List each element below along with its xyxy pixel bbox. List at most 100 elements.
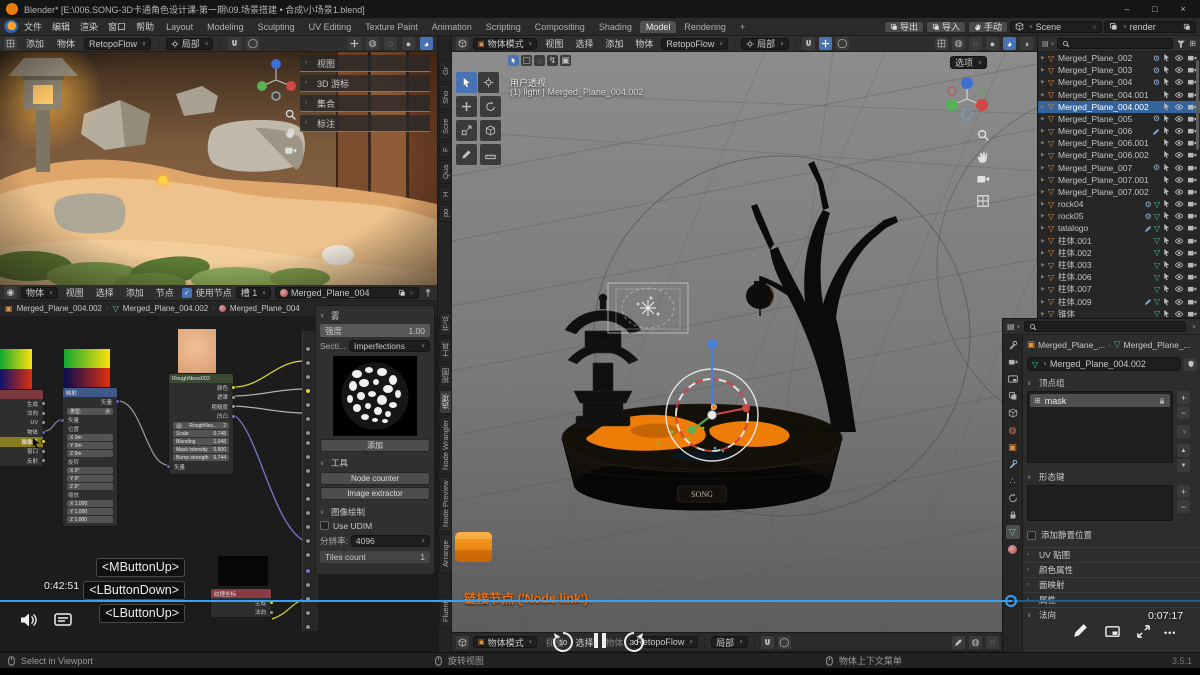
sidebar-section-title[interactable]: 雾 [331, 310, 340, 322]
show-overlays-icon[interactable]: ◍ [366, 37, 379, 50]
eye-icon[interactable] [1174, 163, 1184, 173]
shader-select-menu[interactable]: 选择 [92, 286, 118, 299]
pivot-selector[interactable]: 局部∨ [741, 38, 789, 50]
lock-icon[interactable] [1158, 397, 1166, 405]
camera-render-icon[interactable] [1187, 284, 1197, 294]
sk-remove-button[interactable]: − [1177, 500, 1190, 513]
tab-gr[interactable]: Gr [439, 60, 452, 82]
viewport-select-menu[interactable]: 选择 [571, 37, 597, 50]
viewport-object-menu[interactable]: 物体 [631, 37, 657, 50]
outliner-row[interactable]: ▶▽Merged_Plane_007.001 [1038, 174, 1200, 186]
volume-speaker-icon[interactable] [20, 612, 38, 628]
tab-physics-icon[interactable] [1006, 491, 1020, 505]
more-options-icon[interactable]: ••• [1164, 628, 1176, 638]
eye-icon[interactable] [1174, 102, 1184, 112]
selectable-icon[interactable] [1162, 272, 1171, 281]
sidebar-section-collections[interactable]: ›集合 [300, 95, 430, 112]
show-overlays-icon[interactable]: ◍ [969, 636, 982, 649]
group-node-header[interactable]: RoughNess002 [169, 374, 233, 383]
options-button[interactable]: 选项∨ [950, 56, 987, 69]
select-menu-icon[interactable]: ▣ [560, 55, 571, 66]
eye-icon[interactable] [1174, 223, 1184, 233]
pause-button[interactable] [594, 633, 606, 648]
snap-magnet-icon[interactable] [228, 37, 241, 50]
export-button[interactable]: 导出 [884, 21, 924, 33]
tab-view-layer-icon[interactable] [1006, 389, 1020, 403]
workspace-tab-rendering[interactable]: Rendering [678, 21, 732, 33]
workspace-tab-sculpting[interactable]: Sculpting [252, 21, 301, 33]
tweak-select-icon[interactable] [508, 55, 519, 66]
vg-move-down-button[interactable]: ▼ [1177, 459, 1190, 472]
outliner-row[interactable]: ▶▽Merged_Plane_003⚙ [1038, 64, 1200, 76]
rest-position-checkbox[interactable] [1027, 531, 1036, 540]
tab-node[interactable]: 节点 [439, 312, 452, 336]
editor-type-icon[interactable] [456, 636, 469, 649]
mode-selector[interactable]: ▣物体模式∨ [473, 636, 537, 648]
add-button[interactable]: 添加 [320, 439, 430, 452]
viewport-ortho-toggle-icon[interactable] [976, 194, 990, 208]
eye-icon[interactable] [1174, 272, 1184, 282]
minimize-button[interactable]: – [1116, 4, 1138, 14]
preview-nav-gizmo[interactable] [254, 56, 298, 102]
imperfection-sphere-preview[interactable] [333, 356, 417, 436]
menu-edit[interactable]: 编辑 [48, 20, 74, 33]
tab-f[interactable]: F [439, 142, 452, 158]
eye-icon[interactable] [1174, 77, 1184, 87]
outliner-row[interactable]: ▶▽柱体.009▽ [1038, 295, 1200, 307]
sidebar-section-3d-cursor[interactable]: ›3D 游标 [300, 75, 430, 92]
mapping-node[interactable]: 映射 矢量 类型:点 矢量 位置 X 0m Y 0m Z 0m 旋转 X 0° … [62, 387, 118, 527]
image-extractor-button[interactable]: Image extractor [320, 487, 430, 500]
outliner-row[interactable]: ▶▽Merged_Plane_006.002 [1038, 149, 1200, 161]
preview-object-menu[interactable]: 物体 [53, 37, 79, 50]
outliner-row[interactable]: ▶▽柱体.006▽ [1038, 271, 1200, 283]
selectable-icon[interactable] [1162, 150, 1171, 159]
workspace-tab-modeling[interactable]: Modeling [201, 21, 250, 33]
camera-render-icon[interactable] [1187, 272, 1197, 282]
tool-rotate-button[interactable] [480, 96, 501, 117]
tab-render-icon[interactable] [1006, 355, 1020, 369]
tab-material-icon[interactable] [1006, 542, 1020, 556]
eye-icon[interactable] [1174, 126, 1184, 136]
shading-rendered-icon[interactable]: ◕ [420, 37, 433, 50]
breadcrumb-object[interactable]: Merged_Plane_004.002 [17, 304, 102, 313]
menu-render[interactable]: 渲染 [76, 20, 102, 33]
vertex-group-item[interactable]: ⊞ mask [1030, 394, 1170, 407]
shader-node-menu[interactable]: 节点 [152, 286, 178, 299]
outliner-row[interactable]: ▶▽Merged_Plane_006 [1038, 125, 1200, 137]
tool-select-button[interactable] [456, 72, 477, 93]
workspace-tab-uv-editing[interactable]: UV Editing [303, 21, 358, 33]
outliner-row[interactable]: ▶▽Merged_Plane_002⚙ [1038, 52, 1200, 64]
selectable-icon[interactable] [1162, 163, 1171, 172]
tool-annotate-button[interactable] [456, 144, 477, 165]
outliner-row[interactable]: ▶▽柱体.002▽ [1038, 247, 1200, 259]
vg-move-up-button[interactable]: ▲ [1177, 444, 1190, 457]
outliner-row[interactable]: ▶▽Merged_Plane_006.001 [1038, 137, 1200, 149]
selectable-icon[interactable] [1162, 53, 1171, 62]
editor-type-icon[interactable] [4, 37, 17, 50]
viewport-zoom-icon[interactable] [976, 128, 990, 142]
selectable-icon[interactable] [1162, 114, 1171, 123]
outliner-row[interactable]: ▶▽rock04⚙▽ [1038, 198, 1200, 210]
selectable-icon[interactable] [1162, 211, 1171, 220]
material-selector[interactable]: Merged_Plane_004× [275, 287, 419, 299]
camera-render-icon[interactable] [1187, 150, 1197, 160]
mapping-node-header[interactable]: 映射 [63, 388, 117, 397]
editor-type-icon[interactable]: ◉ [4, 286, 17, 299]
selectable-icon[interactable] [1162, 248, 1171, 257]
selectable-icon[interactable] [1162, 297, 1171, 306]
outliner-row-selected[interactable]: ▶▽Merged_Plane_004.002 [1038, 101, 1200, 113]
tool-transform-button[interactable] [480, 120, 501, 141]
use-nodes-checkbox[interactable]: ✓ [182, 288, 192, 298]
selectable-icon[interactable] [1162, 65, 1171, 74]
workspace-tab-model[interactable]: Model [640, 21, 677, 33]
properties-editor-icon[interactable]: ▤∨ [1007, 322, 1020, 331]
render-preview-viewport[interactable]: ›视图 ›3D 游标 ›集合 ›标注 [0, 52, 437, 285]
shader-type-selector[interactable]: 物体∨ [21, 287, 58, 299]
vertex-groups-section[interactable]: 顶点组 [1039, 377, 1065, 389]
viewport-camera-view-icon[interactable] [976, 172, 990, 186]
shader-add-menu[interactable]: 添加 [122, 286, 148, 299]
outliner-row[interactable]: ▶▽柱体.001▽ [1038, 235, 1200, 247]
shader-view-menu[interactable]: 视图 [62, 286, 88, 299]
face-maps-section[interactable]: ›面映射 [1023, 577, 1200, 592]
copy-icon[interactable] [398, 289, 406, 297]
